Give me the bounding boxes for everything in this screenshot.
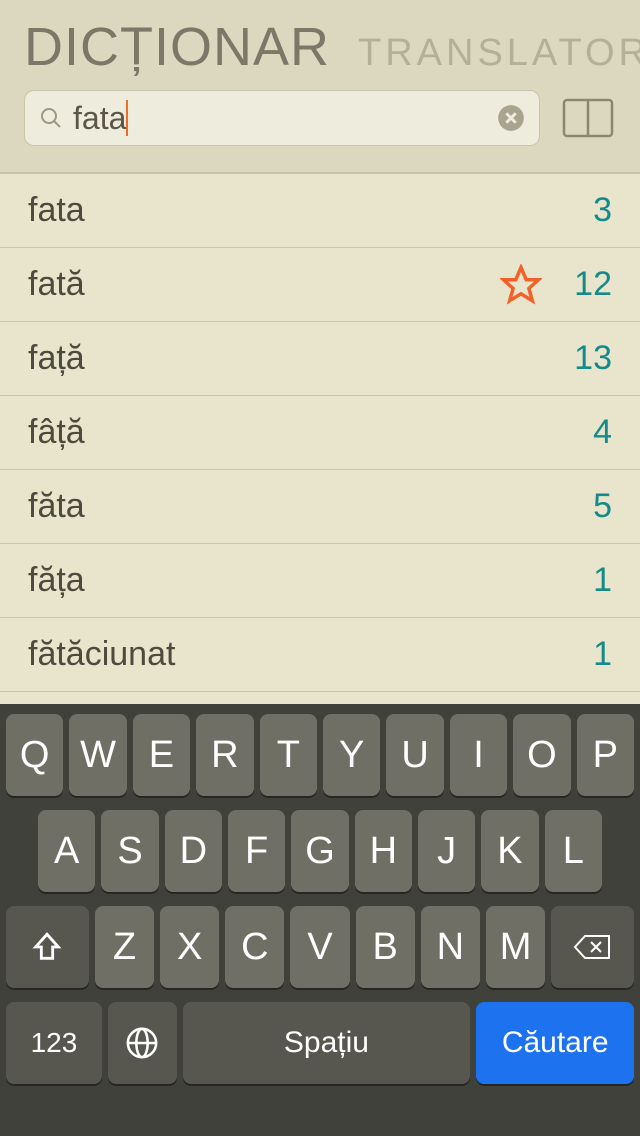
key-s[interactable]: S: [101, 810, 158, 892]
result-word: fătăciunat: [28, 635, 572, 674]
results-list: fata3fată12față13fâță4făta5făța1fătăciun…: [0, 174, 640, 704]
key-v[interactable]: V: [290, 906, 349, 988]
result-count: 13: [572, 339, 612, 378]
result-count: 3: [572, 191, 612, 230]
result-count: 1: [572, 561, 612, 600]
key-z[interactable]: Z: [95, 906, 154, 988]
clear-button[interactable]: [497, 104, 525, 132]
result-word: fată: [28, 265, 500, 304]
key-y[interactable]: Y: [323, 714, 380, 796]
search-input-value[interactable]: fata: [73, 100, 126, 137]
tab-translator[interactable]: TRANSLATOR: [358, 32, 640, 75]
result-word: făța: [28, 561, 572, 600]
key-b[interactable]: B: [356, 906, 415, 988]
key-k[interactable]: K: [481, 810, 538, 892]
key-q[interactable]: Q: [6, 714, 63, 796]
result-count: 1: [572, 635, 612, 674]
key-h[interactable]: H: [355, 810, 412, 892]
result-row[interactable]: făța1: [0, 544, 640, 618]
key-w[interactable]: W: [69, 714, 126, 796]
result-row[interactable]: față13: [0, 322, 640, 396]
key-c[interactable]: C: [225, 906, 284, 988]
key-n[interactable]: N: [421, 906, 480, 988]
key-a[interactable]: A: [38, 810, 95, 892]
result-word: față: [28, 339, 572, 378]
search-key[interactable]: Căutare: [476, 1002, 634, 1084]
text-caret: [126, 100, 128, 136]
key-e[interactable]: E: [133, 714, 190, 796]
globe-key[interactable]: [108, 1002, 177, 1084]
header: DICȚIONAR TRANSLATOR fata: [0, 0, 640, 174]
key-d[interactable]: D: [165, 810, 222, 892]
result-row[interactable]: fata3: [0, 174, 640, 248]
result-row[interactable]: fătăciunat1: [0, 618, 640, 692]
key-l[interactable]: L: [545, 810, 602, 892]
tab-dictionary[interactable]: DICȚIONAR: [24, 16, 330, 78]
key-u[interactable]: U: [386, 714, 443, 796]
result-word: făta: [28, 487, 572, 526]
result-row[interactable]: fată 12: [0, 248, 640, 322]
result-count: 5: [572, 487, 612, 526]
key-g[interactable]: G: [291, 810, 348, 892]
key-i[interactable]: I: [450, 714, 507, 796]
result-count: 12: [572, 265, 612, 304]
backspace-key[interactable]: [551, 906, 634, 988]
key-j[interactable]: J: [418, 810, 475, 892]
space-key[interactable]: Spațiu: [183, 1002, 471, 1084]
bookmarks-button[interactable]: [560, 96, 616, 140]
key-o[interactable]: O: [513, 714, 570, 796]
search-box[interactable]: fata: [24, 90, 540, 146]
key-x[interactable]: X: [160, 906, 219, 988]
result-word: fata: [28, 191, 572, 230]
key-p[interactable]: P: [577, 714, 634, 796]
key-t[interactable]: T: [260, 714, 317, 796]
result-word: fâță: [28, 413, 572, 452]
star-icon[interactable]: [500, 264, 542, 306]
key-r[interactable]: R: [196, 714, 253, 796]
result-count: 4: [572, 413, 612, 452]
result-row[interactable]: făta5: [0, 470, 640, 544]
key-f[interactable]: F: [228, 810, 285, 892]
shift-key[interactable]: [6, 906, 89, 988]
numbers-key[interactable]: 123: [6, 1002, 102, 1084]
keyboard: QWERTYUIOP ASDFGHJKL ZXCVBNM 123 SpațiuCă…: [0, 704, 640, 1136]
key-m[interactable]: M: [486, 906, 545, 988]
search-icon: [39, 106, 63, 130]
result-row[interactable]: fâță4: [0, 396, 640, 470]
